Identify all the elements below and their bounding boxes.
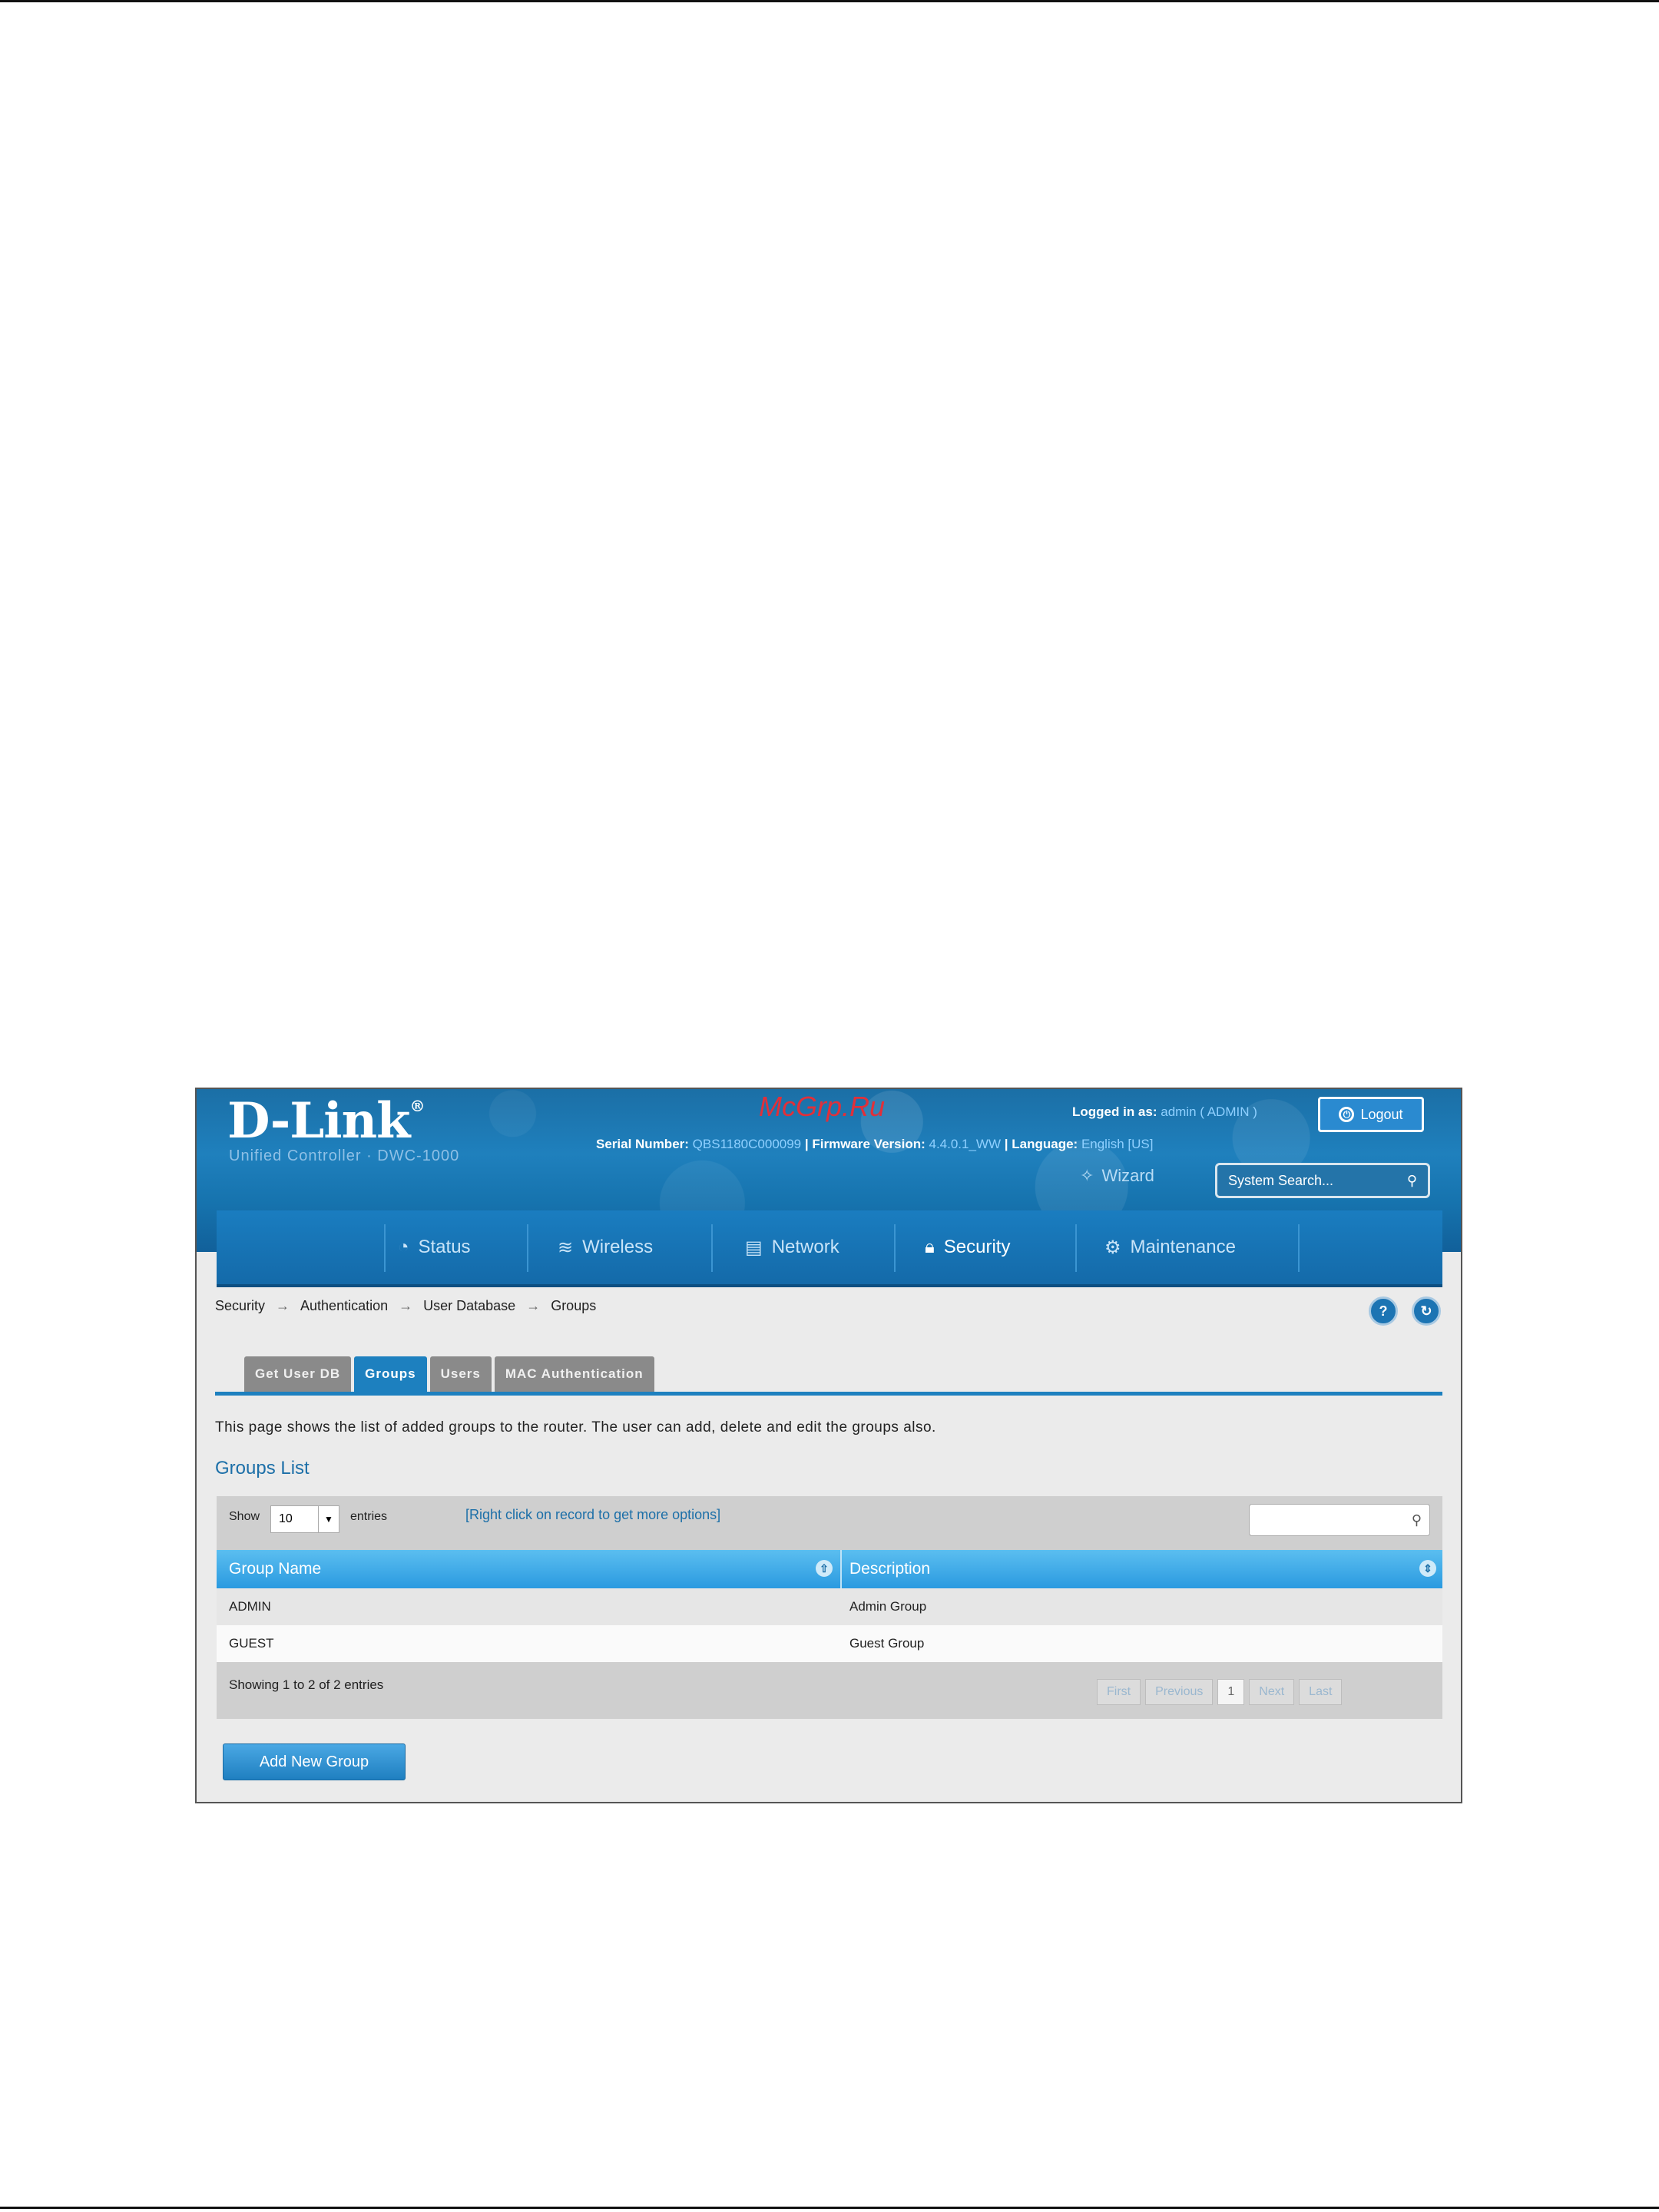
search-icon: ⚲ <box>1411 1512 1422 1528</box>
language-label: Language: <box>1012 1137 1078 1151</box>
menu-security[interactable]: 🔒︎ Security <box>925 1227 1010 1267</box>
breadcrumb-item: Groups <box>551 1298 597 1313</box>
chevron-down-icon: ▼ <box>318 1506 339 1532</box>
page-top-rule <box>0 0 1659 2</box>
show-label: Show <box>229 1510 260 1523</box>
breadcrumb-item[interactable]: Authentication <box>300 1298 388 1314</box>
cell-description: Guest Group <box>849 1636 925 1651</box>
table-search-input[interactable]: ⚲ <box>1249 1504 1430 1536</box>
menu-wireless[interactable]: ≋ Wireless <box>558 1227 653 1267</box>
menu-divider <box>894 1224 896 1272</box>
wizard-label: Wizard <box>1101 1166 1154 1185</box>
serial-value: QBS1180C000099 <box>692 1137 802 1151</box>
pager-first[interactable]: First <box>1097 1679 1141 1705</box>
cell-description: Admin Group <box>849 1599 927 1614</box>
table-header: Group Name ⇧ Description ⇕ <box>217 1550 1442 1588</box>
language-select[interactable]: English [US] <box>1081 1137 1154 1151</box>
pager-page[interactable]: 1 <box>1217 1679 1245 1705</box>
menu-divider <box>384 1224 386 1272</box>
menu-divider <box>1075 1224 1077 1272</box>
network-icon: ▤ <box>745 1237 763 1258</box>
help-icon[interactable]: ? <box>1369 1296 1398 1326</box>
menu-divider <box>711 1224 713 1272</box>
menu-divider <box>527 1224 528 1272</box>
logged-in-info: Logged in as: admin ( ADMIN ) <box>1072 1104 1257 1120</box>
pager-last[interactable]: Last <box>1299 1679 1343 1705</box>
gauge-icon: ◔ <box>398 1237 409 1257</box>
table-toolbar: Show 10 ▼ entries [Right click on record… <box>217 1496 1442 1550</box>
breadcrumb-item[interactable]: User Database <box>423 1298 515 1314</box>
screenshot-frame: D-Link® Unified Controller · DWC-1000 Mc… <box>195 1088 1462 1803</box>
pagination: First Previous 1 Next Last <box>1097 1679 1343 1705</box>
tab-users[interactable]: Users <box>429 1356 492 1392</box>
wand-icon: ✧ <box>1080 1166 1094 1185</box>
main-menu: ◔ Status ≋ Wireless ▤ Network 🔒︎ Securit… <box>217 1210 1442 1287</box>
page-bottom-rule <box>0 2207 1659 2209</box>
pager-next[interactable]: Next <box>1249 1679 1295 1705</box>
table-row[interactable]: GUEST Guest Group <box>217 1625 1442 1662</box>
tab-mac-authentication[interactable]: MAC Authentication <box>494 1356 654 1392</box>
dlink-logo: D-Link® <box>227 1092 425 1150</box>
serial-label: Serial Number: <box>596 1137 689 1151</box>
table-footer: Showing 1 to 2 of 2 entries First Previo… <box>217 1662 1442 1719</box>
entries-select-value: 10 <box>279 1512 293 1525</box>
menu-network[interactable]: ▤ Network <box>745 1227 839 1267</box>
lock-icon: 🔒︎ <box>925 1237 935 1257</box>
entries-select[interactable]: 10 ▼ <box>270 1505 339 1533</box>
right-click-hint: [Right click on record to get more optio… <box>465 1507 721 1522</box>
column-group-name[interactable]: Group Name <box>229 1550 321 1588</box>
product-name: Unified Controller · DWC-1000 <box>229 1147 460 1164</box>
column-description[interactable]: Description <box>849 1550 930 1588</box>
watermark: McGrp.Ru <box>759 1091 886 1122</box>
cell-group-name: ADMIN <box>229 1599 271 1614</box>
menu-divider <box>1298 1224 1300 1272</box>
wizard-link[interactable]: ✧ Wizard <box>1080 1166 1154 1186</box>
device-info: Serial Number: QBS1180C000099 | Firmware… <box>596 1137 1154 1151</box>
wifi-icon: ≋ <box>558 1237 574 1258</box>
firmware-label: Firmware Version: <box>812 1137 926 1151</box>
system-search-placeholder: System Search... <box>1228 1172 1334 1188</box>
add-new-group-button[interactable]: Add New Group <box>223 1743 406 1780</box>
logged-in-label: Logged in as: <box>1072 1104 1157 1119</box>
entries-label: entries <box>350 1510 388 1523</box>
refresh-icon[interactable]: ↻ <box>1412 1296 1441 1326</box>
gears-icon: ⚙ <box>1104 1237 1121 1258</box>
tab-bar: Get User DB Groups Users MAC Authenticat… <box>244 1356 654 1392</box>
breadcrumb: Security → Authentication → User Database →… <box>215 1298 597 1314</box>
tab-groups[interactable]: Groups <box>354 1356 427 1392</box>
showing-count: Showing 1 to 2 of 2 entries <box>229 1677 384 1692</box>
column-divider <box>840 1550 842 1588</box>
pager-previous[interactable]: Previous <box>1145 1679 1214 1705</box>
tab-get-user-db[interactable]: Get User DB <box>244 1356 352 1392</box>
breadcrumb-item[interactable]: Security <box>215 1298 265 1314</box>
table-row[interactable]: ADMIN Admin Group <box>217 1588 1442 1625</box>
search-icon: ⚲ <box>1406 1172 1417 1188</box>
logout-button[interactable]: ⏻ Logout <box>1318 1097 1424 1132</box>
section-title: Groups List <box>215 1458 310 1479</box>
cell-group-name: GUEST <box>229 1636 274 1651</box>
sort-icon[interactable]: ⇕ <box>1419 1560 1436 1577</box>
page-description: This page shows the list of added groups… <box>215 1419 936 1435</box>
power-icon: ⏻ <box>1339 1107 1355 1122</box>
tab-underline <box>215 1392 1442 1396</box>
menu-maintenance[interactable]: ⚙ Maintenance <box>1104 1227 1236 1267</box>
logged-in-user[interactable]: admin ( ADMIN ) <box>1161 1104 1257 1119</box>
sort-icon[interactable]: ⇧ <box>816 1560 833 1577</box>
firmware-value: 4.4.0.1_WW <box>929 1137 1002 1151</box>
menu-status[interactable]: ◔ Status <box>398 1227 471 1267</box>
logout-label: Logout <box>1360 1106 1403 1122</box>
system-search-input[interactable]: System Search... ⚲ <box>1215 1163 1430 1198</box>
